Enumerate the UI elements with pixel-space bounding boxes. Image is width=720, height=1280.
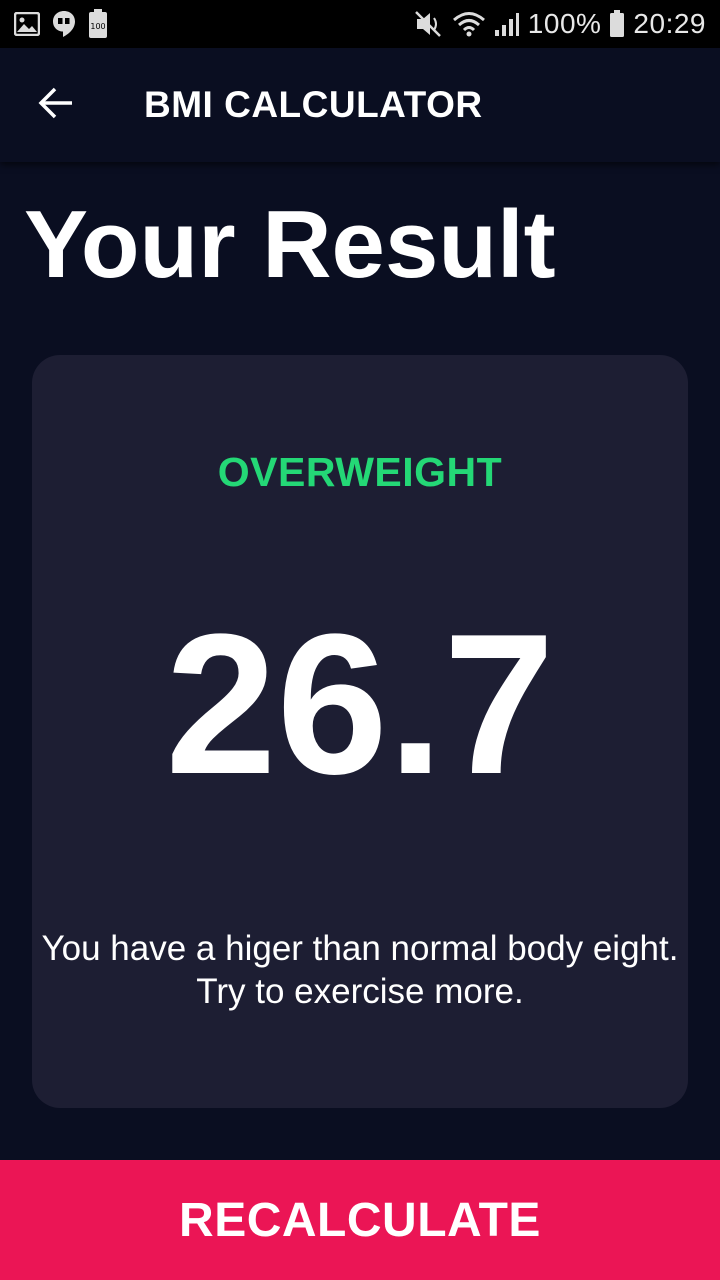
result-message: You have a higer than normal body eight.… <box>32 927 688 1013</box>
back-button[interactable] <box>24 73 88 137</box>
screen: 100 100% 20:29 BMI CALCULATOR Your Resul… <box>0 0 720 1280</box>
signal-icon <box>494 11 520 37</box>
battery-100-icon: 100 <box>88 9 108 39</box>
page-title: Your Result <box>24 191 556 298</box>
app-bar-title: BMI CALCULATOR <box>144 84 483 125</box>
status-right-icons: 100% 20:29 <box>414 8 706 40</box>
result-card: OVERWEIGHT 26.7 You have a higer than no… <box>32 355 688 1108</box>
hangouts-icon <box>52 10 76 38</box>
wifi-icon <box>452 10 486 38</box>
arrow-back-icon <box>38 87 74 124</box>
clock: 20:29 <box>633 8 706 39</box>
status-left-icons: 100 <box>14 9 108 39</box>
mute-icon <box>414 10 444 38</box>
result-message-line-2: Try to exercise more. <box>196 972 524 1011</box>
svg-text:100: 100 <box>90 22 105 31</box>
bmi-value: 26.7 <box>165 593 555 816</box>
battery-percent: 100% <box>527 8 602 39</box>
image-icon <box>14 12 40 36</box>
status-bar: 100 100% 20:29 <box>0 0 720 48</box>
battery-icon <box>609 10 625 38</box>
recalculate-button[interactable]: RECALCULATE <box>0 1160 720 1280</box>
result-message-line-1: You have a higer than normal body eight. <box>41 929 679 968</box>
recalculate-button-label: RECALCULATE <box>179 1193 541 1247</box>
app-bar: BMI CALCULATOR <box>0 48 720 162</box>
result-status: OVERWEIGHT <box>217 449 503 495</box>
